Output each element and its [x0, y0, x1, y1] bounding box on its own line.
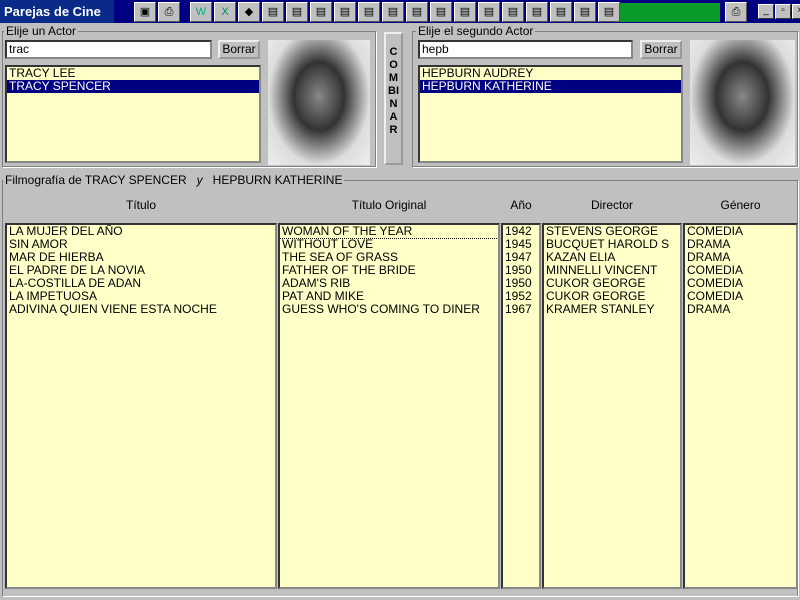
- toolbar-spacer: [620, 3, 720, 22]
- folder-icon[interactable]: ▤: [574, 2, 596, 22]
- column-year[interactable]: 1942 1945 1947 1950 1950 1952 1967: [501, 223, 541, 589]
- header-original-title: Título Original: [351, 198, 427, 212]
- combine-button[interactable]: COMBINAR: [384, 32, 403, 165]
- window-title: Parejas de Cine: [0, 0, 114, 23]
- folder-icon[interactable]: ▤: [382, 2, 404, 22]
- actor1-label: Elije un Actor: [4, 24, 79, 38]
- restore-button[interactable]: ▫: [775, 4, 791, 19]
- word-icon[interactable]: W: [190, 2, 212, 22]
- actor1-list[interactable]: TRACY LEE TRACY SPENCER: [5, 65, 261, 163]
- filmography-join: y: [196, 173, 203, 187]
- list-item[interactable]: TRACY SPENCER: [7, 80, 259, 93]
- palette-icon[interactable]: ◆: [238, 2, 260, 22]
- folder-icon[interactable]: ▤: [526, 2, 548, 22]
- folder-icon[interactable]: ▤: [502, 2, 524, 22]
- actor1-photo: [268, 40, 370, 165]
- column-original-title[interactable]: WOMAN OF THE YEAR WITHOUT LOVE THE SEA OF …: [278, 223, 500, 589]
- column-genre[interactable]: COMEDIA DRAMA DRAMA COMEDIA COMEDIA COMEDIA DR…: [683, 223, 798, 589]
- column-title[interactable]: LA MUJER DEL AÑO SIN AMOR MAR DE HIERBA EL …: [5, 223, 277, 589]
- minimize-button[interactable]: _: [758, 4, 774, 19]
- filmography-actor2: HEPBURN KATHERINE: [212, 173, 343, 187]
- folder-icon[interactable]: ▤: [286, 2, 308, 22]
- actor1-clear-button[interactable]: Borrar: [218, 40, 260, 59]
- filmography-actor1: Filmografía de TRACY SPENCER: [5, 173, 187, 187]
- cell-year[interactable]: 1967: [503, 303, 539, 316]
- folder-icon[interactable]: ▤: [406, 2, 428, 22]
- header-year: Año: [510, 198, 532, 212]
- header-director: Director: [590, 198, 633, 212]
- printer-icon[interactable]: ⎙: [158, 2, 180, 22]
- folder-icon[interactable]: ▤: [358, 2, 380, 22]
- actor1-search-input[interactable]: trac: [5, 40, 212, 59]
- column-director[interactable]: STEVENS GEORGE BUCQUET HAROLD S KAZAN ELIA…: [542, 223, 682, 589]
- cell-genre[interactable]: DRAMA: [685, 303, 796, 316]
- folder-icon[interactable]: ▤: [598, 2, 620, 22]
- folder-icon[interactable]: ▤: [334, 2, 356, 22]
- filmography-label: Filmografía de TRACY SPENCER y HEPBURN K…: [3, 173, 345, 187]
- folder-icon[interactable]: ▤: [454, 2, 476, 22]
- cell-original-title[interactable]: GUESS WHO'S COMING TO DINER: [280, 303, 498, 316]
- folder-icon[interactable]: ▤: [430, 2, 452, 22]
- actor2-clear-button[interactable]: Borrar: [640, 40, 682, 59]
- app-icon[interactable]: ▣: [134, 2, 156, 22]
- list-item[interactable]: HEPBURN KATHERINE: [420, 80, 681, 93]
- actor2-label: Elije el segundo Actor: [416, 24, 536, 38]
- folder-icon[interactable]: ▤: [550, 2, 572, 22]
- cell-director[interactable]: KRAMER STANLEY: [544, 303, 680, 316]
- header-title: Título: [125, 198, 156, 212]
- actor2-list[interactable]: HEPBURN AUDREY HEPBURN KATHERINE: [418, 65, 683, 163]
- printer-icon[interactable]: ⎙: [725, 2, 747, 22]
- actor2-photo: [690, 40, 795, 165]
- close-button[interactable]: ×: [792, 4, 800, 19]
- cell-title[interactable]: ADIVINA QUIEN VIENE ESTA NOCHE: [7, 303, 275, 316]
- folder-icon[interactable]: ▤: [478, 2, 500, 22]
- actor2-search-input[interactable]: hepb: [418, 40, 633, 59]
- excel-icon[interactable]: X: [214, 2, 236, 22]
- header-genre: Género: [720, 198, 761, 212]
- folder-icon[interactable]: ▤: [310, 2, 332, 22]
- folder-icon[interactable]: ▤: [262, 2, 284, 22]
